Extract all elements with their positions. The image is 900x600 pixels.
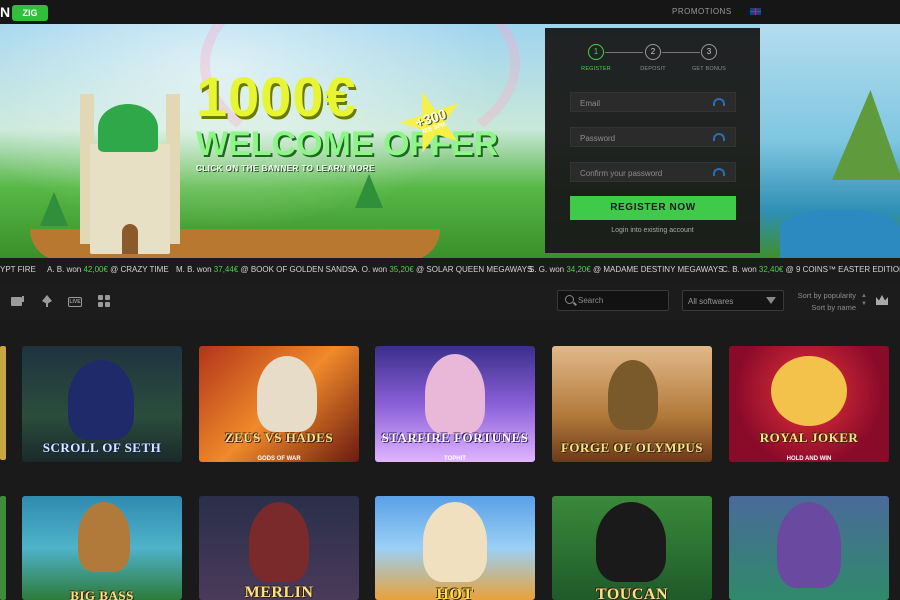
step-number: 2 xyxy=(645,44,661,60)
search-box[interactable] xyxy=(557,290,669,311)
register-now-button[interactable]: REGISTER NOW xyxy=(570,196,736,220)
logo-letter: N xyxy=(0,4,11,20)
game-title: STARFIRE FORTUNES xyxy=(381,430,529,445)
sort-by-popularity[interactable]: Sort by popularity xyxy=(786,290,856,302)
games-grid: SCROLL OF SETH ZEUS VS HADES GODS OF WAR… xyxy=(0,320,900,600)
game-art xyxy=(423,502,487,582)
slot-machine-icon[interactable] xyxy=(10,295,24,307)
registration-panel: 1 REGISTER 2 DEPOSIT 3 GET BONUS REGISTE… xyxy=(545,28,760,253)
game-art xyxy=(596,502,666,582)
game-subtitle: GODS OF WAR xyxy=(257,456,301,462)
game-tile[interactable]: ROYAL JOKER HOLD AND WIN xyxy=(729,346,889,462)
game-title: ROYAL JOKER xyxy=(759,430,859,445)
login-existing-link[interactable]: Login into existing account xyxy=(545,227,760,234)
step-register: 1 REGISTER xyxy=(566,44,626,72)
software-select[interactable]: All softwares xyxy=(682,290,784,311)
castle-dome xyxy=(98,104,158,152)
ticker-item: A. B. won 42,00€ @ CRAZY TIME xyxy=(47,265,169,274)
lake-illustration xyxy=(780,210,900,258)
welcome-banner[interactable]: 1000€ WELCOME OFFER CLICK ON THE BANNER … xyxy=(0,24,900,258)
winners-ticker: YPT FIRE A. B. won 42,00€ @ CRAZY TIME M… xyxy=(0,258,900,282)
game-art xyxy=(425,354,485,434)
step-label: DEPOSIT xyxy=(640,66,666,72)
search-icon xyxy=(565,295,574,304)
confirm-password-field[interactable] xyxy=(570,162,736,183)
grid-icon[interactable] xyxy=(97,295,111,307)
game-art xyxy=(257,356,317,432)
banner-cta-text: CLICK ON THE BANNER TO LEARN MORE xyxy=(196,164,376,173)
confirm-password-input[interactable] xyxy=(571,164,711,183)
password-field[interactable] xyxy=(570,127,736,148)
ticker-item: A. O. won 35,20€ @ SOLAR QUEEN MEGAWAYS xyxy=(352,265,533,274)
welcome-offer-text: WELCOME OFFER xyxy=(196,125,499,163)
banner-headline: 1000€ WELCOME OFFER CLICK ON THE BANNER … xyxy=(196,65,536,174)
email-field[interactable] xyxy=(570,92,736,113)
step-get-bonus: 3 GET BONUS xyxy=(679,44,739,72)
game-title: TOUCAN xyxy=(595,586,669,600)
live-casino-icon[interactable]: LIVE xyxy=(68,297,82,307)
uk-flag-icon[interactable] xyxy=(750,8,761,15)
ticker-item: M. B. won 37,44€ @ BOOK OF GOLDEN SANDS xyxy=(176,265,354,274)
logo-badge: ZIG xyxy=(12,5,48,21)
game-tile[interactable] xyxy=(729,496,889,600)
step-number: 3 xyxy=(701,44,717,60)
top-bar: N ZIG PROMOTIONS xyxy=(0,0,900,24)
bonus-amount: 1000€ xyxy=(196,65,357,128)
step-label: REGISTER xyxy=(581,66,611,72)
step-number: 1 xyxy=(588,44,604,60)
registration-steps: 1 REGISTER 2 DEPOSIT 3 GET BONUS xyxy=(545,44,760,80)
show-password-icon[interactable] xyxy=(713,133,725,141)
password-input[interactable] xyxy=(571,129,711,148)
game-tile[interactable]: STARFIRE FORTUNES TOPHIT xyxy=(375,346,535,462)
field-status-icon xyxy=(713,98,725,106)
software-select-value: All softwares xyxy=(688,297,734,306)
game-tile[interactable]: SCROLL OF SETH xyxy=(22,346,182,462)
tree-decoration xyxy=(40,192,68,226)
sort-options: Sort by popularity Sort by name xyxy=(786,290,856,314)
show-password-icon[interactable] xyxy=(713,168,725,176)
tree-decoration xyxy=(355,174,383,208)
game-art xyxy=(771,356,847,426)
game-tile[interactable]: MERLIN xyxy=(199,496,359,600)
game-art xyxy=(777,502,841,588)
game-art xyxy=(78,502,130,572)
step-label: GET BONUS xyxy=(691,66,727,72)
email-input[interactable] xyxy=(571,94,711,113)
site-logo[interactable]: N ZIG xyxy=(0,4,48,22)
ticker-item: C. B. won 32,40€ @ 9 COINS™ EASTER EDITI… xyxy=(722,265,900,274)
game-title: BIG BASS xyxy=(70,588,134,600)
partial-game-tile[interactable] xyxy=(0,346,6,460)
promotions-link[interactable]: PROMOTIONS xyxy=(672,7,732,16)
game-tile[interactable]: HOT xyxy=(375,496,535,600)
game-title: HOT xyxy=(436,586,474,600)
castle-door xyxy=(122,224,138,254)
chevron-down-icon xyxy=(766,297,776,304)
table-games-icon[interactable] xyxy=(40,295,54,307)
game-art xyxy=(608,360,658,430)
castle-illustration xyxy=(80,84,180,254)
game-title: FORGE OF OLYMPUS xyxy=(560,440,704,455)
search-input[interactable] xyxy=(578,293,666,308)
game-art xyxy=(249,502,309,582)
game-tile[interactable]: ZEUS VS HADES GODS OF WAR xyxy=(199,346,359,462)
game-title: SCROLL OF SETH xyxy=(42,440,162,455)
game-tile[interactable]: TOUCAN xyxy=(552,496,712,600)
partial-game-tile[interactable] xyxy=(0,496,6,600)
game-tile[interactable]: BIG BASS xyxy=(22,496,182,600)
step-deposit: 2 DEPOSIT xyxy=(623,44,683,72)
sort-by-name[interactable]: Sort by name xyxy=(786,302,856,314)
ticker-item: YPT FIRE xyxy=(0,265,36,274)
sort-arrows-icon[interactable]: ▲ ▼ xyxy=(861,292,867,308)
game-art xyxy=(68,360,134,440)
game-subtitle: HOLD AND WIN xyxy=(786,456,832,462)
game-title: MERLIN xyxy=(244,584,314,600)
game-tile[interactable]: FORGE OF OLYMPUS xyxy=(552,346,712,462)
game-subtitle: TOPHIT xyxy=(444,456,466,462)
game-title: ZEUS VS HADES xyxy=(224,430,334,445)
ticker-item: S. G. won 34,20€ @ MADAME DESTINY MEGAWA… xyxy=(529,265,724,274)
